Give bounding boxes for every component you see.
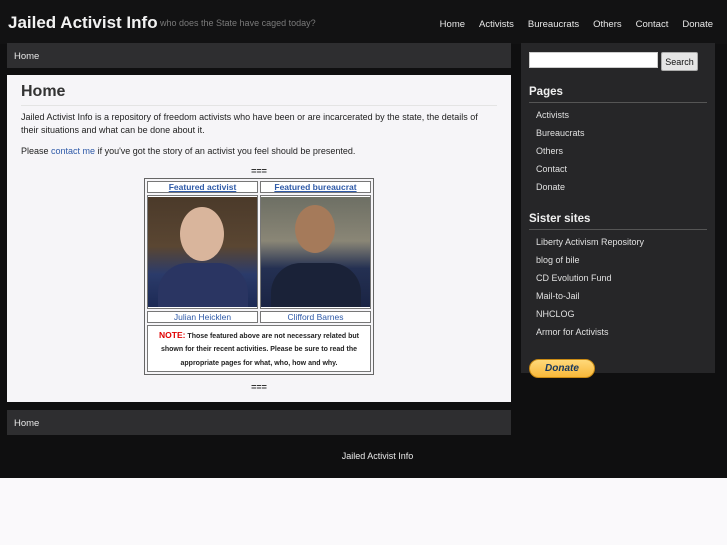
- bureaucrat-photo[interactable]: [261, 197, 370, 308]
- contact-pre: Please: [21, 146, 52, 157]
- site-title[interactable]: Jailed Activist Info: [8, 13, 158, 33]
- sidebar-item-activists[interactable]: Activists: [529, 107, 707, 125]
- contact-text: Please contact me if you've got the stor…: [21, 145, 497, 158]
- nav-contact[interactable]: Contact: [636, 19, 669, 30]
- featured-activist-link[interactable]: Featured activist: [169, 182, 237, 192]
- featured-activist-header: Featured activist: [147, 181, 258, 194]
- contact-link[interactable]: contact me: [51, 146, 95, 156]
- sidebar-item-donate[interactable]: Donate: [529, 179, 707, 197]
- site-header: Jailed Activist Info who does the State …: [0, 0, 727, 44]
- nav-home[interactable]: Home: [440, 19, 465, 30]
- featured-bureaucrat-link[interactable]: Featured bureaucrat: [274, 182, 356, 192]
- search-input[interactable]: [529, 52, 658, 68]
- nav-others[interactable]: Others: [593, 19, 622, 30]
- pages-heading: Pages: [529, 86, 707, 103]
- separator-top: ===: [251, 166, 267, 177]
- activist-photo-head: [180, 207, 224, 262]
- bureaucrat-photo-cell: [260, 195, 371, 310]
- footer-text: Jailed Activist Info: [341, 451, 414, 461]
- featured-table: Featured activist Featured bureaucrat Ju…: [144, 178, 374, 376]
- bureaucrat-name-cell: Clifford Barnes: [260, 311, 371, 324]
- top-nav: Home Activists Bureaucrats Others Contac…: [440, 19, 713, 30]
- sister-sites-heading: Sister sites: [529, 213, 707, 230]
- activist-photo[interactable]: [148, 197, 257, 308]
- site-tagline: who does the State have caged today?: [160, 18, 316, 28]
- bureaucrat-photo-head: [295, 205, 335, 254]
- donate-button[interactable]: Donate: [529, 359, 595, 378]
- featured-bureaucrat-header: Featured bureaucrat: [260, 181, 371, 194]
- separator-bottom: ===: [251, 382, 267, 393]
- activist-photo-cell: [147, 195, 258, 310]
- bureaucrat-name-link[interactable]: Clifford Barnes: [287, 312, 343, 322]
- nav-bureaucrats[interactable]: Bureaucrats: [528, 19, 579, 30]
- sidebar-item-bureaucrats[interactable]: Bureaucrats: [529, 125, 707, 143]
- contact-post: if you've got the story of an activist y…: [95, 146, 356, 157]
- bureaucrat-photo-body: [271, 263, 361, 308]
- note-text: Those featured above are not necessary r…: [160, 333, 359, 367]
- sister-site-nhclog[interactable]: NHCLOG: [529, 306, 707, 324]
- breadcrumb-home[interactable]: Home: [14, 51, 39, 62]
- page-title: Home: [21, 83, 497, 106]
- search-form: Search: [529, 52, 707, 71]
- footer-breadcrumb: Home: [7, 410, 511, 435]
- activist-name-cell: Julian Heicklen: [147, 311, 258, 324]
- featured-note: NOTE: Those featured above are not neces…: [147, 325, 371, 373]
- sidebar-item-contact[interactable]: Contact: [529, 161, 707, 179]
- footer-breadcrumb-home[interactable]: Home: [14, 418, 39, 429]
- nav-activists[interactable]: Activists: [479, 19, 514, 30]
- activist-name-link[interactable]: Julian Heicklen: [174, 312, 231, 322]
- main-content: Home Jailed Activist Info is a repositor…: [7, 75, 511, 402]
- search-button[interactable]: Search: [661, 52, 698, 71]
- activist-photo-body: [158, 263, 248, 308]
- note-label: NOTE:: [159, 330, 186, 341]
- breadcrumb: Home: [7, 43, 511, 68]
- sister-sites-list: Liberty Activism Repository blog of bile…: [529, 234, 707, 342]
- sidebar: Search Pages Activists Bureaucrats Other…: [521, 43, 715, 378]
- sister-site-blog-of-bile[interactable]: blog of bile: [529, 252, 707, 270]
- nav-donate[interactable]: Donate: [682, 19, 713, 30]
- intro-text: Jailed Activist Info is a repository of …: [21, 112, 478, 136]
- sister-site-mail-to-jail[interactable]: Mail-to-Jail: [529, 288, 707, 306]
- pages-list: Activists Bureaucrats Others Contact Don…: [529, 107, 707, 197]
- sister-site-cd-evolution[interactable]: CD Evolution Fund: [529, 270, 707, 288]
- sister-site-liberty-activism[interactable]: Liberty Activism Repository: [529, 234, 707, 252]
- sister-site-armor[interactable]: Armor for Activists: [529, 324, 707, 342]
- sidebar-item-others[interactable]: Others: [529, 143, 707, 161]
